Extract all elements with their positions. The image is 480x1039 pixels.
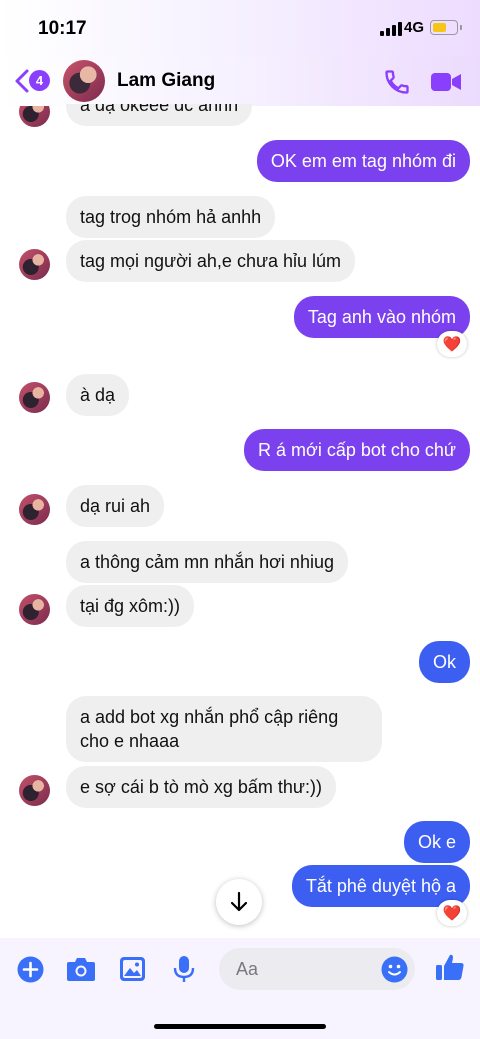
message-input-placeholder: Aa xyxy=(236,959,259,979)
network-type: 4G xyxy=(404,19,425,36)
contact-avatar-small xyxy=(19,775,50,806)
message-bubble-outgoing[interactable]: Ok xyxy=(418,641,470,683)
add-button[interactable] xyxy=(17,956,44,988)
video-camera-icon xyxy=(431,73,461,91)
voice-message-button[interactable] xyxy=(173,955,195,988)
message-bubble-incoming[interactable]: dạ rui ah xyxy=(66,485,165,527)
message-bubble-incoming[interactable]: tag trog nhóm hả anhh xyxy=(66,196,276,238)
message-bubble-incoming[interactable]: e sợ cái b tò mò xg bấm thư:)) xyxy=(66,766,336,808)
contact-avatar-small xyxy=(19,382,50,413)
message-bubble-outgoing[interactable]: Ok e xyxy=(403,821,470,863)
gallery-button[interactable] xyxy=(119,956,146,987)
message-bubble-outgoing[interactable]: R á mới cấp bot cho chứ xyxy=(244,429,470,471)
contact-avatar-small xyxy=(19,494,50,525)
message-line: a add bot xg nhắn phổ cập riêng xyxy=(80,707,339,727)
message-bubble-incoming[interactable]: à dạ xyxy=(66,374,130,416)
microphone-icon xyxy=(173,956,195,982)
status-time: 10:17 xyxy=(38,18,87,39)
chat-header: 4 Lam Giang xyxy=(0,56,480,106)
message-line: cho e nhaaa xyxy=(80,731,180,751)
message-bubble-outgoing[interactable]: OK em em tag nhóm đi xyxy=(256,140,470,182)
camera-icon xyxy=(67,958,95,981)
contact-avatar-small xyxy=(19,249,50,280)
contact-avatar[interactable] xyxy=(63,60,105,102)
image-icon xyxy=(120,957,145,981)
message-bubble-incoming[interactable]: a add bot xg nhắn phổ cập riêng cho e nh… xyxy=(66,696,382,762)
message-bubble-incoming[interactable]: a thông cảm mn nhắn hơi nhiug xyxy=(66,541,348,583)
camera-button[interactable] xyxy=(66,956,96,987)
unread-count-badge: 4 xyxy=(29,70,50,91)
plus-circle-icon xyxy=(17,956,44,983)
smiley-icon xyxy=(381,956,408,983)
like-button[interactable] xyxy=(435,952,465,987)
heart-reaction[interactable]: ❤️ xyxy=(437,900,467,926)
message-bubble-incoming[interactable]: tag mọi người ah,e chưa hỉu lúm xyxy=(66,240,356,282)
emoji-button[interactable] xyxy=(381,956,408,988)
home-indicator xyxy=(154,1024,326,1029)
battery-icon xyxy=(430,20,462,35)
video-call-button[interactable] xyxy=(430,70,462,99)
status-bar: 10:17 4G xyxy=(0,0,480,56)
signal-icon xyxy=(380,22,402,36)
message-bubble-incoming[interactable]: tại đg xôm:)) xyxy=(66,585,195,627)
contact-avatar-small xyxy=(19,594,50,625)
thumbs-up-icon xyxy=(436,954,464,980)
voice-call-button[interactable] xyxy=(383,68,411,101)
contact-name[interactable]: Lam Giang xyxy=(117,70,215,92)
phone-icon xyxy=(385,70,409,94)
arrow-down-icon xyxy=(230,891,248,912)
scroll-to-bottom-button[interactable] xyxy=(216,879,262,925)
heart-reaction[interactable]: ❤️ xyxy=(437,331,467,357)
